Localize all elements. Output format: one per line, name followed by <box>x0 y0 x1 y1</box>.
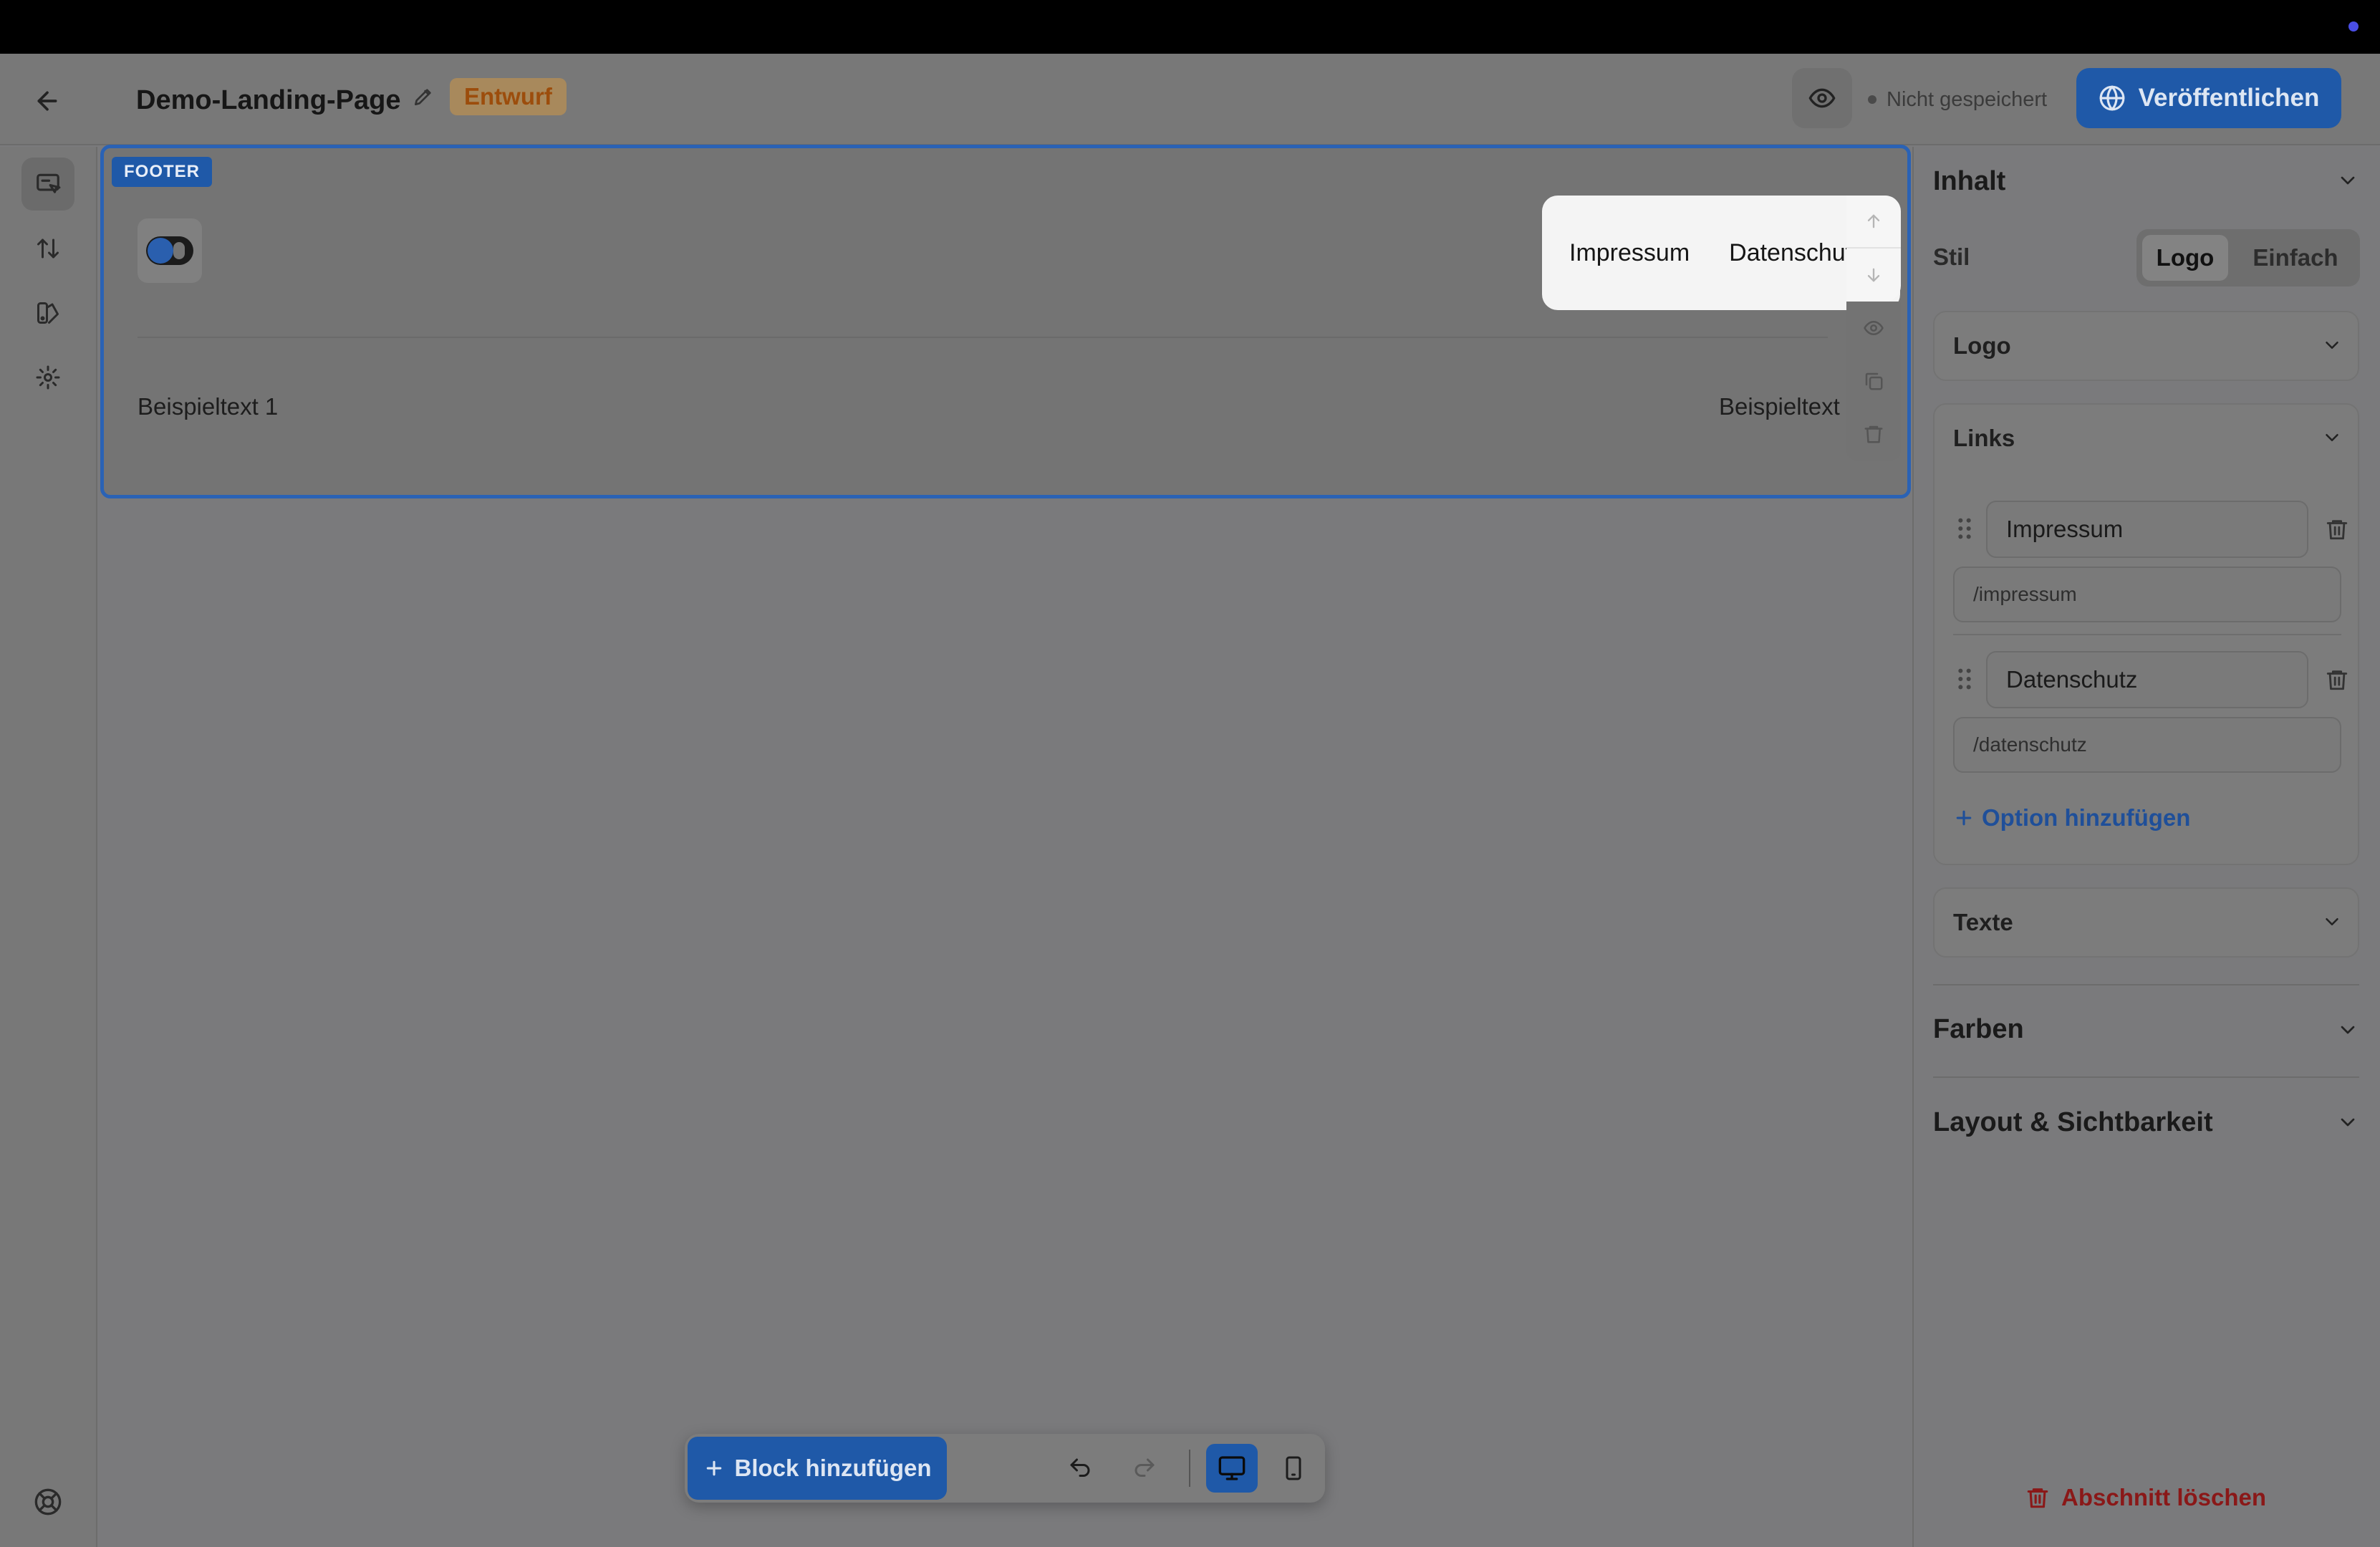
plus-icon <box>1953 807 1975 829</box>
chevron-down-icon[interactable] <box>2321 427 2343 448</box>
publish-button[interactable]: Veröffentlichen <box>2076 68 2341 128</box>
logo-section-title: Logo <box>1953 332 2011 359</box>
duplicate-block-button[interactable] <box>1846 355 1901 408</box>
edit-title-button[interactable] <box>412 85 435 108</box>
redo-icon <box>1132 1455 1157 1481</box>
footer-links: Impressum Datenschutz <box>1569 196 1870 310</box>
mobile-view-button[interactable] <box>1271 1444 1316 1493</box>
undo-button[interactable] <box>1057 1445 1103 1491</box>
theme-icon <box>35 300 61 326</box>
links-section-title[interactable]: Links <box>1953 423 2015 453</box>
chevron-down-icon[interactable] <box>2336 1111 2359 1134</box>
block-toolbar <box>1846 196 1901 461</box>
rail-theme-button[interactable] <box>21 286 74 339</box>
link-url-input[interactable]: /datenschutz <box>1953 717 2341 773</box>
style-option-logo[interactable]: Logo <box>2142 235 2228 281</box>
publish-label: Veröffentlichen <box>2138 84 2320 112</box>
eye-icon <box>1863 317 1884 339</box>
trash-icon[interactable] <box>2321 664 2353 695</box>
globe-icon <box>2099 85 2126 112</box>
save-status-dot <box>1868 95 1876 104</box>
footer-text-2: Beispieltext 2 <box>1719 393 1851 420</box>
sort-icon <box>35 236 61 261</box>
pencil-icon <box>412 85 435 108</box>
panel-divider <box>1933 1076 2359 1078</box>
mobile-icon <box>1281 1454 1306 1483</box>
trash-icon <box>2025 1485 2050 1510</box>
delete-block-button[interactable] <box>1846 408 1901 461</box>
chevron-down-icon[interactable] <box>2336 1018 2359 1041</box>
layout-section-title[interactable]: Layout & Sichtbarkeit <box>1933 1104 2213 1140</box>
texts-section-title: Texte <box>1953 909 2013 935</box>
footer-divider <box>138 337 1828 338</box>
logo-icon <box>145 235 195 266</box>
add-option-button[interactable]: Option hinzufügen <box>1953 803 2190 833</box>
logo-section[interactable]: Logo <box>1933 311 2359 381</box>
save-status: Nicht gespeichert <box>1868 82 2047 117</box>
save-status-text: Nicht gespeichert <box>1887 88 2048 111</box>
footer-link-impressum[interactable]: Impressum <box>1569 239 1690 267</box>
help-icon <box>34 1488 62 1516</box>
status-badge: Entwurf <box>450 78 567 115</box>
rail-settings-button[interactable] <box>21 351 74 404</box>
rail-blocks-button[interactable] <box>21 158 74 211</box>
trash-icon[interactable] <box>2321 514 2353 545</box>
toolbar-separator <box>1189 1450 1190 1487</box>
delete-section-label: Abschnitt löschen <box>2061 1484 2267 1510</box>
status-indicator-dot <box>2348 21 2359 32</box>
footer-logo[interactable] <box>138 218 202 283</box>
back-button[interactable] <box>26 82 69 120</box>
settings-icon <box>35 365 61 390</box>
chevron-down-icon <box>2321 334 2343 356</box>
eye-icon <box>1808 84 1836 112</box>
link-url-input[interactable]: /impressum <box>1953 567 2341 622</box>
add-block-label: Block hinzufügen <box>734 1455 932 1481</box>
content-section-title[interactable]: Inhalt <box>1933 163 2005 199</box>
style-toggle: Logo Einfach <box>2136 229 2360 286</box>
add-option-label: Option hinzufügen <box>1982 804 2191 831</box>
trash-icon <box>1863 423 1884 445</box>
delete-section-button[interactable]: Abschnitt löschen <box>2025 1483 2266 1513</box>
style-label: Stil <box>1933 244 1970 270</box>
plus-icon <box>703 1457 725 1479</box>
undo-icon <box>1067 1455 1093 1481</box>
redo-button[interactable] <box>1122 1445 1167 1491</box>
bottom-toolbar: Block hinzufügen <box>685 1434 1325 1503</box>
texts-section[interactable]: Texte <box>1933 887 2359 958</box>
arrow-up-icon <box>1864 211 1884 231</box>
editor-header: Demo-Landing-Page Entwurf Nicht gespeich… <box>0 54 2380 145</box>
move-up-button[interactable] <box>1846 196 1901 249</box>
footer-text-1: Beispieltext 1 <box>138 393 279 420</box>
drag-handle-icon[interactable] <box>1956 667 1973 691</box>
style-option-einfach[interactable]: Einfach <box>2237 235 2354 281</box>
left-rail <box>0 147 97 1547</box>
arrow-left-icon <box>33 87 62 115</box>
link-label-input[interactable]: Datenschutz <box>1986 651 2308 708</box>
block-type-label: FOOTER <box>112 157 212 187</box>
drag-handle-icon[interactable] <box>1956 516 1973 541</box>
preview-button[interactable] <box>1792 68 1852 128</box>
links-section: Links Impressum /impressum Datenschutz /… <box>1933 403 2359 865</box>
colors-section-title[interactable]: Farben <box>1933 1011 2024 1047</box>
rail-help-button[interactable] <box>21 1475 74 1528</box>
system-status-bar <box>0 0 2380 54</box>
add-block-button[interactable]: Block hinzufügen <box>688 1437 947 1500</box>
move-down-button[interactable] <box>1846 249 1901 302</box>
page-title: Demo-Landing-Page <box>136 85 401 115</box>
desktop-icon <box>1218 1454 1246 1483</box>
blocks-icon <box>34 170 62 198</box>
rail-sort-button[interactable] <box>21 222 74 275</box>
link-label-input[interactable]: Impressum <box>1986 501 2308 558</box>
arrow-down-icon <box>1864 265 1884 285</box>
link-separator <box>1953 634 2341 635</box>
desktop-view-button[interactable] <box>1206 1444 1258 1493</box>
duplicate-icon <box>1863 370 1884 392</box>
panel-divider <box>1933 984 2359 985</box>
chevron-down-icon[interactable] <box>2336 169 2359 192</box>
toggle-visibility-button[interactable] <box>1846 302 1901 355</box>
chevron-down-icon <box>2321 911 2343 932</box>
footer-link-datenschutz[interactable]: Datenschutz <box>1729 239 1864 267</box>
